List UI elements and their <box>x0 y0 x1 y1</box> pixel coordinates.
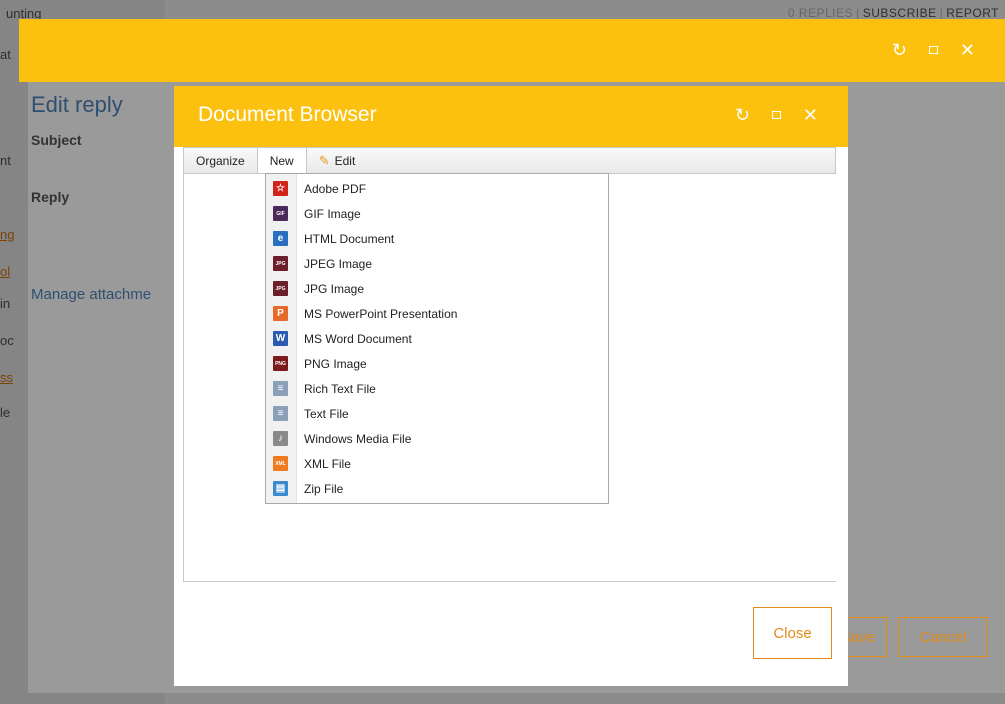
menu-item[interactable]: ≡ Rich Text File <box>266 376 608 401</box>
xml-icon: XML <box>273 456 288 471</box>
menu-item-label: XML File <box>304 456 351 471</box>
maximize-icon[interactable] <box>928 46 938 54</box>
edit-label: Edit <box>334 153 356 168</box>
document-browser-header: Document Browser ↻ ✕ <box>174 86 848 147</box>
menu-item-label: Windows Media File <box>304 431 412 446</box>
menu-item[interactable]: ▤ Zip File <box>266 476 608 501</box>
organize-menu-button[interactable]: Organize <box>184 148 258 173</box>
pdf-icon: ☆ <box>273 181 288 196</box>
document-browser-window-controls: ↻ ✕ <box>735 105 818 125</box>
txt-icon: ≡ <box>273 406 288 421</box>
new-menu-button[interactable]: New <box>257 148 307 173</box>
menu-item-label: GIF Image <box>304 206 361 221</box>
refresh-icon[interactable]: ↻ <box>735 105 750 125</box>
refresh-icon[interactable]: ↻ <box>892 40 907 60</box>
edit-reply-window-controls: ↻ ✕ <box>892 40 975 60</box>
edit-reply-header: ↻ ✕ <box>19 19 1005 82</box>
edit-reply-title: Edit reply <box>31 92 123 117</box>
edit-menu-button[interactable]: ✎ Edit <box>307 148 368 173</box>
close-button[interactable]: Close <box>753 607 832 659</box>
menu-item[interactable]: P MS PowerPoint Presentation <box>266 301 608 326</box>
manage-attachments-link[interactable]: Manage attachme <box>31 286 151 303</box>
maximize-icon[interactable] <box>771 111 781 119</box>
document-browser-dialog: Document Browser ↻ ✕ Organize New ✎ Edit… <box>174 86 848 686</box>
png-icon: PNG <box>273 356 288 371</box>
menu-item-label: Zip File <box>304 481 344 496</box>
menu-item-label: Rich Text File <box>304 381 376 396</box>
rtf-icon: ≡ <box>273 381 288 396</box>
menu-item-label: Adobe PDF <box>304 181 367 196</box>
word-icon: W <box>273 331 288 346</box>
reply-label: Reply <box>31 189 70 205</box>
menu-item[interactable]: GIF GIF Image <box>266 201 608 226</box>
menu-item[interactable]: JPG JPEG Image <box>266 251 608 276</box>
menu-item[interactable]: e HTML Document <box>266 226 608 251</box>
powerpoint-icon: P <box>273 306 288 321</box>
menu-item[interactable]: JPG JPG Image <box>266 276 608 301</box>
menu-item[interactable]: PNG PNG Image <box>266 351 608 376</box>
html-icon: e <box>273 231 288 246</box>
menu-item-label: PNG Image <box>304 356 367 371</box>
jpeg-icon: JPG <box>273 256 288 271</box>
document-toolbar: Organize New ✎ Edit <box>183 147 836 174</box>
close-icon[interactable]: ✕ <box>803 105 818 125</box>
jpg-icon: JPG <box>273 281 288 296</box>
menu-item[interactable]: ☆ Adobe PDF <box>266 176 608 201</box>
subject-label: Subject <box>31 132 82 148</box>
menu-item[interactable]: W MS Word Document <box>266 326 608 351</box>
gif-icon: GIF <box>273 206 288 221</box>
pencil-icon: ✎ <box>318 152 330 168</box>
menu-item[interactable]: XML XML File <box>266 451 608 476</box>
menu-item-label: JPG Image <box>304 281 365 296</box>
menu-item-label: MS Word Document <box>304 331 412 346</box>
zip-icon: ▤ <box>273 481 288 496</box>
document-browser-title: Document Browser <box>198 103 377 126</box>
new-document-menu: ☆ Adobe PDF GIF GIF Image e HTML Document JPG J… <box>265 173 609 504</box>
menu-item-label: MS PowerPoint Presentation <box>304 306 458 321</box>
menu-item[interactable]: ≡ Text File <box>266 401 608 426</box>
close-icon[interactable]: ✕ <box>960 40 975 60</box>
cancel-button[interactable]: Cancel <box>898 617 988 657</box>
media-icon: ♪ <box>273 431 288 446</box>
menu-item-label: Text File <box>304 406 349 421</box>
menu-item-label: HTML Document <box>304 231 395 246</box>
menu-item[interactable]: ♪ Windows Media File <box>266 426 608 451</box>
menu-item-label: JPEG Image <box>304 256 373 271</box>
